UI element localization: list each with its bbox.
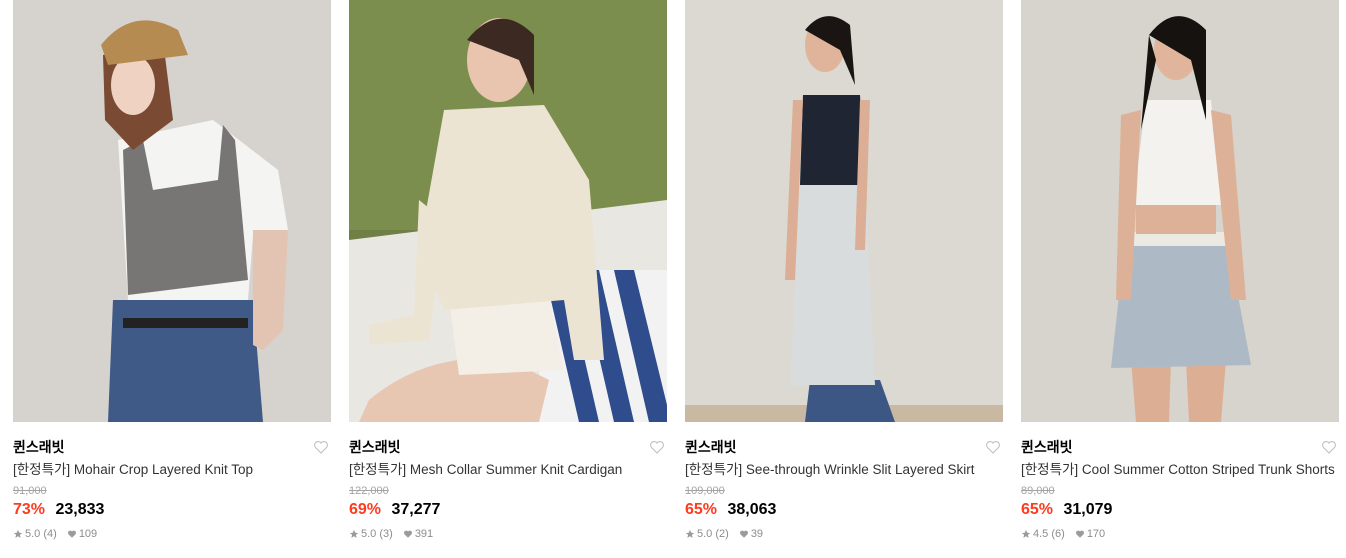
product-image[interactable] (685, 0, 1003, 422)
heart-icon[interactable] (1321, 439, 1337, 455)
product-title[interactable]: [한정특가] Mohair Crop Layered Knit Top (13, 460, 331, 479)
like-count: 170 (1086, 528, 1106, 540)
heart-icon[interactable] (313, 439, 329, 455)
original-price: 122,000 (349, 485, 389, 497)
price-row: 73% 23,833 (13, 499, 331, 521)
heart-filled-icon (1075, 530, 1084, 538)
product-title[interactable]: [한정특가] See-through Wrinkle Slit Layered … (685, 460, 1003, 479)
product-grid: 퀸스래빗 [한정특가] Mohair Crop Layered Knit Top… (0, 0, 1346, 558)
rating: 5.0 (697, 528, 713, 540)
product-meta: 5.0 (4) 109 (13, 526, 331, 542)
rating: 5.0 (361, 528, 377, 540)
heart-icon[interactable] (649, 439, 665, 455)
original-price: 91,000 (13, 485, 47, 497)
product-meta: 5.0 (3) 391 (349, 526, 667, 542)
review-count: (4) (43, 528, 57, 540)
discount-rate: 73% (13, 501, 46, 518)
product-card[interactable]: 퀸스래빗 [한정특가] Mohair Crop Layered Knit Top… (13, 0, 331, 542)
price-row: 65% 31,079 (1021, 499, 1339, 521)
heart-filled-icon (739, 530, 748, 538)
price-row: 69% 37,277 (349, 499, 667, 521)
like-count: 109 (78, 528, 98, 540)
star-icon (349, 529, 359, 538)
discount-rate: 69% (349, 501, 382, 518)
like-count: 39 (750, 528, 764, 540)
product-image[interactable] (13, 0, 331, 422)
review-count: (3) (379, 528, 393, 540)
heart-filled-icon (403, 530, 412, 538)
discount-rate: 65% (685, 501, 718, 518)
product-image[interactable] (349, 0, 667, 422)
product-card[interactable]: 퀸스래빗 [한정특가] Mesh Collar Summer Knit Card… (349, 0, 667, 542)
brand-name[interactable]: 퀸스래빗 (1021, 439, 1073, 455)
sale-price: 37,277 (391, 501, 441, 518)
brand-name[interactable]: 퀸스래빗 (685, 439, 737, 455)
review-count: (6) (1051, 528, 1065, 540)
star-icon (1021, 529, 1031, 538)
sale-price: 38,063 (727, 501, 777, 518)
sale-price: 31,079 (1063, 501, 1113, 518)
review-count: (2) (715, 528, 729, 540)
heart-filled-icon (67, 530, 76, 538)
product-title[interactable]: [한정특가] Mesh Collar Summer Knit Cardigan (349, 460, 667, 479)
product-card[interactable]: 퀸스래빗 [한정특가] Cool Summer Cotton Striped T… (1021, 0, 1339, 542)
discount-rate: 65% (1021, 501, 1054, 518)
sale-price: 23,833 (55, 501, 105, 518)
like-count: 391 (414, 528, 434, 540)
original-price: 89,000 (1021, 485, 1055, 497)
brand-name[interactable]: 퀸스래빗 (349, 439, 401, 455)
heart-icon[interactable] (985, 439, 1001, 455)
product-meta: 4.5 (6) 170 (1021, 526, 1339, 542)
star-icon (13, 529, 23, 538)
product-title[interactable]: [한정특가] Cool Summer Cotton Striped Trunk … (1021, 460, 1339, 479)
rating: 5.0 (25, 528, 41, 540)
star-icon (685, 529, 695, 538)
product-card[interactable]: 퀸스래빗 [한정특가] See-through Wrinkle Slit Lay… (685, 0, 1003, 542)
brand-name[interactable]: 퀸스래빗 (13, 439, 65, 455)
original-price: 109,000 (685, 485, 725, 497)
rating: 4.5 (1033, 528, 1049, 540)
product-meta: 5.0 (2) 39 (685, 526, 1003, 542)
product-image[interactable] (1021, 0, 1339, 422)
price-row: 65% 38,063 (685, 499, 1003, 521)
